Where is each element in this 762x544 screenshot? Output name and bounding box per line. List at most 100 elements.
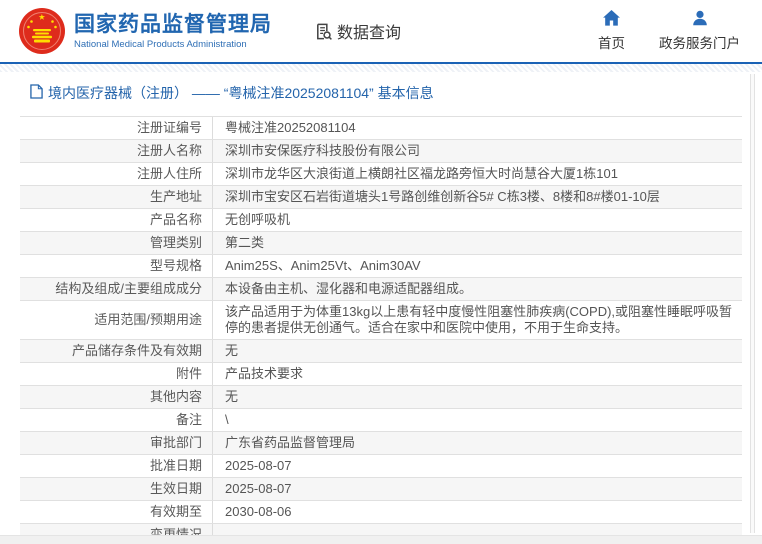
breadcrumb: 境内医疗器械（注册） —— “粤械注准20252081104” 基本信息 bbox=[20, 83, 748, 103]
table-row: 批准日期 2025-08-07 bbox=[20, 455, 742, 478]
org-name-en: National Medical Products Administration bbox=[74, 39, 272, 50]
row-value: \ bbox=[212, 409, 742, 431]
row-label: 其他内容 bbox=[20, 386, 212, 408]
row-value: 无创呼吸机 bbox=[212, 209, 742, 231]
row-value: 无 bbox=[212, 340, 742, 362]
org-name-cn: 国家药品监督管理局 bbox=[74, 13, 272, 37]
nav-home[interactable]: 首页 bbox=[598, 10, 625, 52]
row-label: 注册人住所 bbox=[20, 163, 212, 185]
row-value: 产品技术要求 bbox=[212, 363, 742, 385]
row-label: 生产地址 bbox=[20, 186, 212, 208]
row-value-text: 粤械注准20252081104 bbox=[225, 120, 356, 136]
table-row: 适用范围/预期用途 该产品适用于为体重13kg以上患有轻中度慢性阻塞性肺疾病(CO… bbox=[20, 301, 742, 340]
row-label: 结构及组成/主要组成成分 bbox=[20, 278, 212, 300]
row-label-text: 备注 bbox=[176, 412, 202, 428]
nav-gov-portal[interactable]: 政务服务门户 bbox=[659, 10, 740, 52]
table-row: 注册证编号 粤械注准20252081104 bbox=[20, 117, 742, 140]
top-nav: 首页 政务服务门户 bbox=[598, 10, 740, 52]
row-value-text: 无创呼吸机 bbox=[225, 212, 290, 228]
table-row: 型号规格 Anim25S、Anim25Vt、Anim30AV bbox=[20, 255, 742, 278]
table-row: 产品储存条件及有效期 无 bbox=[20, 340, 742, 363]
row-label-text: 注册人名称 bbox=[137, 143, 202, 159]
row-value-text: Anim25S、Anim25Vt、Anim30AV bbox=[225, 258, 421, 274]
row-label: 产品名称 bbox=[20, 209, 212, 231]
row-label-text: 生效日期 bbox=[150, 481, 202, 497]
row-value: 该产品适用于为体重13kg以上患有轻中度慢性阻塞性肺疾病(COPD),或阻塞性睡… bbox=[212, 301, 742, 339]
row-label-text: 结构及组成/主要组成成分 bbox=[55, 281, 202, 297]
row-value: Anim25S、Anim25Vt、Anim30AV bbox=[212, 255, 742, 277]
row-value: 无 bbox=[212, 386, 742, 408]
data-query-entry[interactable]: 数据查询 bbox=[314, 19, 401, 43]
org-title-block: 国家药品监督管理局 National Medical Products Admi… bbox=[74, 13, 272, 50]
row-value-text: 无 bbox=[225, 389, 238, 405]
page-doc-icon bbox=[30, 84, 43, 102]
row-label: 注册人名称 bbox=[20, 140, 212, 162]
row-label: 注册证编号 bbox=[20, 117, 212, 139]
table-row: 产品名称 无创呼吸机 bbox=[20, 209, 742, 232]
row-label-text: 注册人住所 bbox=[137, 166, 202, 182]
table-row: 其他内容 无 bbox=[20, 386, 742, 409]
nav-gov-portal-label: 政务服务门户 bbox=[659, 32, 740, 52]
table-row: 生效日期2025-08-07 bbox=[20, 478, 742, 501]
row-label: 备注 bbox=[20, 409, 212, 431]
row-value: 深圳市安保医疗科技股份有限公司 bbox=[212, 140, 742, 162]
row-value: 粤械注准20252081104 bbox=[212, 117, 742, 139]
row-value-text: 广东省药品监督管理局 bbox=[225, 435, 355, 451]
nmpa-emblem-logo bbox=[18, 7, 66, 55]
table-row: 注册人住所深圳市龙华区大浪街道上横朗社区福龙路旁恒大时尚慧谷大厦1栋101 bbox=[20, 163, 742, 186]
row-label-text: 产品名称 bbox=[150, 212, 202, 228]
row-value-text: 2025-08-07 bbox=[225, 458, 292, 474]
row-value: 深圳市龙华区大浪街道上横朗社区福龙路旁恒大时尚慧谷大厦1栋101 bbox=[212, 163, 742, 185]
row-label-text: 产品储存条件及有效期 bbox=[72, 343, 202, 359]
row-label: 适用范围/预期用途 bbox=[20, 301, 212, 339]
table-row: 有效期至 2030-08-06 bbox=[20, 501, 742, 524]
table-row: 注册人名称深圳市安保医疗科技股份有限公司 bbox=[20, 140, 742, 163]
top-header: 国家药品监督管理局 National Medical Products Admi… bbox=[0, 0, 762, 62]
row-label-text: 审批部门 bbox=[150, 435, 202, 451]
row-value: 2030-08-06 bbox=[212, 501, 742, 523]
user-icon bbox=[692, 10, 708, 29]
table-row: 生产地址 深圳市宝安区石岩街道塘头1号路创维创新谷5# C栋3楼、8楼和8#楼01… bbox=[20, 186, 742, 209]
row-value-text: 2030-08-06 bbox=[225, 504, 292, 520]
row-value-text: 第二类 bbox=[225, 235, 264, 251]
row-label-text: 注册证编号 bbox=[137, 120, 202, 136]
row-value: 第二类 bbox=[212, 232, 742, 254]
row-label: 型号规格 bbox=[20, 255, 212, 277]
row-label-text: 附件 bbox=[176, 366, 202, 382]
row-label: 生效日期 bbox=[20, 478, 212, 500]
row-label: 审批部门 bbox=[20, 432, 212, 454]
row-value: 广东省药品监督管理局 bbox=[212, 432, 742, 454]
row-value: 2025-08-07 bbox=[212, 455, 742, 477]
footer-strip bbox=[0, 535, 762, 544]
row-label-text: 其他内容 bbox=[150, 389, 202, 405]
home-icon bbox=[603, 10, 620, 29]
breadcrumb-text: 境内医疗器械（注册） —— “粤械注准20252081104” 基本信息 bbox=[48, 83, 434, 103]
row-value-text: 深圳市宝安区石岩街道塘头1号路创维创新谷5# C栋3楼、8楼和8#楼01-10层 bbox=[225, 189, 660, 205]
row-label: 产品储存条件及有效期 bbox=[20, 340, 212, 362]
row-value-text: 本设备由主机、湿化器和电源适配器组成。 bbox=[225, 281, 472, 297]
table-row: 备注 \ bbox=[20, 409, 742, 432]
row-value: 本设备由主机、湿化器和电源适配器组成。 bbox=[212, 278, 742, 300]
table-row: 管理类别 第二类 bbox=[20, 232, 742, 255]
row-value-text: 产品技术要求 bbox=[225, 366, 303, 382]
row-label-text: 管理类别 bbox=[150, 235, 202, 251]
hatch-pattern-band bbox=[0, 64, 762, 72]
row-label: 管理类别 bbox=[20, 232, 212, 254]
data-query-label: 数据查询 bbox=[337, 19, 401, 43]
content-card: 境内医疗器械（注册） —— “粤械注准20252081104” 基本信息 注册证… bbox=[14, 72, 748, 544]
row-label: 附件 bbox=[20, 363, 212, 385]
row-label-text: 有效期至 bbox=[150, 504, 202, 520]
row-label: 批准日期 bbox=[20, 455, 212, 477]
row-label-text: 型号规格 bbox=[150, 258, 202, 274]
nav-home-label: 首页 bbox=[598, 32, 625, 52]
info-table: 注册证编号 粤械注准20252081104 注册人名称深圳市安保医疗科技股份有限公司… bbox=[20, 116, 742, 544]
scrollbar-track[interactable] bbox=[750, 74, 755, 533]
row-value-text: 无 bbox=[225, 343, 238, 359]
row-value-text: 该产品适用于为体重13kg以上患有轻中度慢性阻塞性肺疾病(COPD),或阻塞性睡… bbox=[225, 304, 734, 336]
row-label-text: 生产地址 bbox=[150, 189, 202, 205]
table-row: 结构及组成/主要组成成分 本设备由主机、湿化器和电源适配器组成。 bbox=[20, 278, 742, 301]
row-value: 深圳市宝安区石岩街道塘头1号路创维创新谷5# C栋3楼、8楼和8#楼01-10层 bbox=[212, 186, 742, 208]
row-label-text: 适用范围/预期用途 bbox=[94, 312, 202, 328]
row-label: 有效期至 bbox=[20, 501, 212, 523]
document-search-icon bbox=[314, 22, 333, 41]
